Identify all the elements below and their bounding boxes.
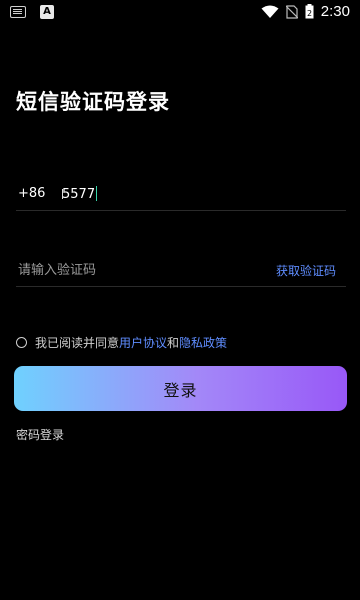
verification-code-row: 获取验证码: [16, 256, 346, 287]
status-bar: A 2 2:30: [0, 0, 360, 24]
phone-input[interactable]: 5577: [62, 186, 98, 202]
login-button[interactable]: 登录: [14, 366, 347, 411]
verification-code-input[interactable]: [16, 258, 248, 282]
battery-level: 2: [307, 9, 312, 18]
agree-checkbox[interactable]: [16, 337, 27, 348]
no-sim-icon: [285, 4, 298, 19]
password-login-link[interactable]: 密码登录: [16, 426, 64, 443]
clock: 2:30: [320, 3, 350, 20]
agreement-and: 和: [167, 336, 180, 350]
phone-value: 5577: [62, 187, 96, 202]
agreement-row: 我已阅读并同意 用户协议 和 隐私政策: [16, 334, 227, 351]
privacy-policy-link[interactable]: 隐私政策: [179, 334, 227, 351]
phone-input-row[interactable]: +86 5577: [16, 182, 346, 211]
wifi-icon: [261, 5, 279, 18]
agreement-prefix: 我已阅读并同意: [35, 336, 120, 350]
a-app-icon: A: [40, 5, 54, 19]
battery-icon: 2: [305, 4, 314, 19]
user-agreement-link[interactable]: 用户协议: [119, 334, 167, 351]
text-cursor: [96, 186, 98, 201]
keyboard-icon: [10, 6, 26, 18]
status-left: A: [10, 5, 54, 19]
page-title: 短信验证码登录: [16, 90, 170, 114]
get-code-button[interactable]: 获取验证码: [276, 262, 336, 279]
country-code-selector[interactable]: +86: [18, 186, 45, 201]
status-right: 2 2:30: [261, 3, 350, 20]
